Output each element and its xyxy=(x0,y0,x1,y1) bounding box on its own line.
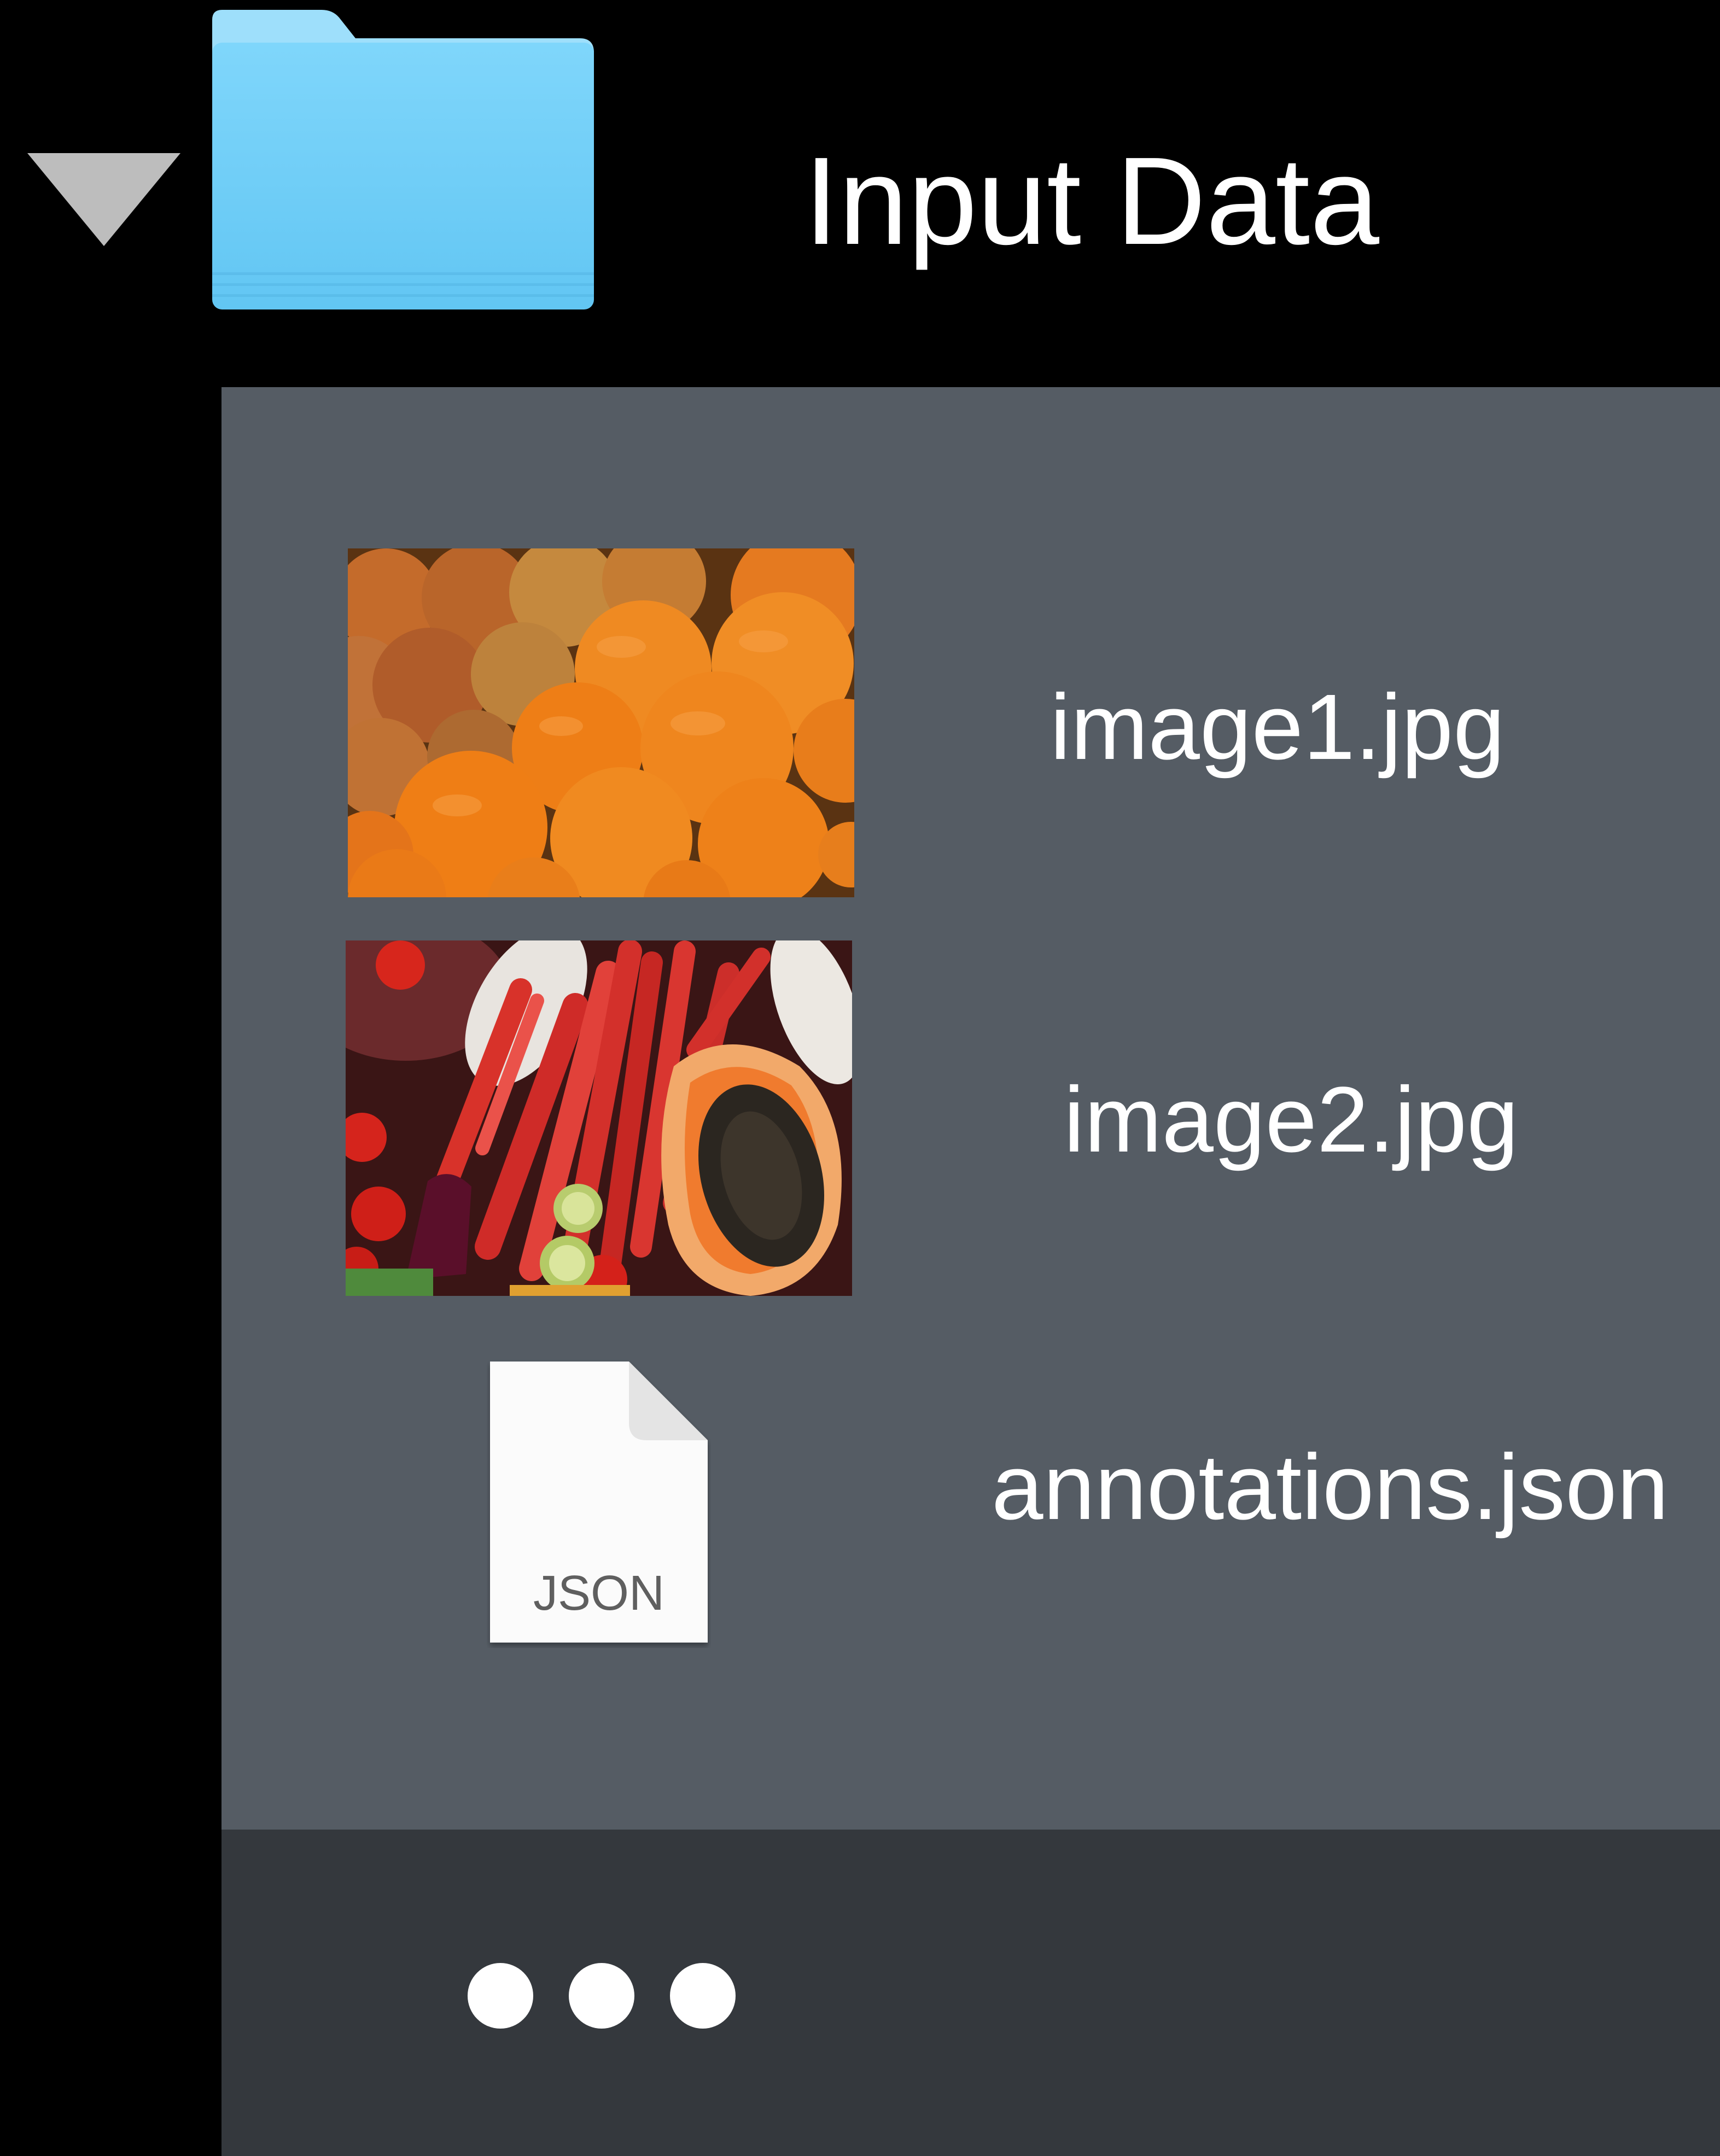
ellipsis-dot xyxy=(569,1963,634,2029)
file-name-annotations[interactable]: annotations.json xyxy=(992,1427,1669,1547)
image1-thumbnail[interactable] xyxy=(348,548,854,897)
ellipsis-dot xyxy=(670,1963,736,2029)
file-name-image2[interactable]: image2.jpg xyxy=(1064,1060,1519,1180)
folder-title: Input Data xyxy=(804,132,1380,271)
file-name-image1[interactable]: image1.jpg xyxy=(1050,667,1505,787)
json-file-icon[interactable]: JSON xyxy=(487,1358,711,1648)
more-items-section xyxy=(221,1830,1720,2156)
folder-icon[interactable] xyxy=(212,10,594,309)
disclosure-triangle-down-icon[interactable] xyxy=(27,153,180,246)
json-icon-label: JSON xyxy=(533,1566,665,1621)
ellipsis-dot xyxy=(468,1963,533,2029)
ellipsis-icon[interactable] xyxy=(468,1963,741,2031)
image2-thumbnail[interactable] xyxy=(346,940,852,1296)
